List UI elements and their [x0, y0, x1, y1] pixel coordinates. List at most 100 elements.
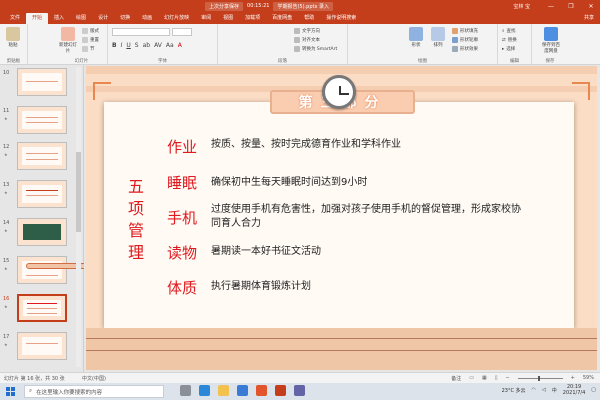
bold-button[interactable]: B	[112, 42, 117, 49]
taskbar-clock[interactable]: 20:19 2021/7/4	[563, 384, 585, 396]
font-family-select[interactable]	[112, 28, 170, 36]
replace-button[interactable]: ⇄ 替换	[502, 37, 517, 44]
thumbnail-scrollbar[interactable]	[76, 67, 81, 367]
slide-thumbnail-10[interactable]	[17, 68, 67, 96]
slide-thumbnail-17[interactable]	[17, 332, 67, 360]
item-text-sleep[interactable]: 确保初中生每天睡眠时间达到9小时	[211, 176, 541, 190]
language-indicator[interactable]: 中文(中国)	[82, 375, 106, 382]
font-color-button[interactable]: A	[178, 42, 182, 49]
tab-animations[interactable]: 动画	[136, 13, 158, 24]
zoom-slider[interactable]	[517, 375, 563, 381]
slide-thumbnail-14[interactable]	[17, 218, 67, 246]
weather-widget[interactable]: 23°C 多云	[502, 387, 526, 394]
paste-button[interactable]: 粘贴	[3, 27, 23, 48]
file-explorer-icon[interactable]	[218, 385, 229, 396]
zoom-out-button[interactable]: −	[505, 375, 509, 381]
tab-design[interactable]: 设计	[92, 13, 114, 24]
normal-view-icon[interactable]: ▭	[469, 375, 474, 381]
tab-home[interactable]: 开始	[26, 13, 49, 24]
keyword-phone[interactable]: 手机	[167, 207, 197, 228]
powerpoint-icon[interactable]	[275, 385, 286, 396]
keyword-homework[interactable]: 作业	[167, 136, 197, 157]
zoom-slider-knob[interactable]	[537, 375, 540, 381]
keyword-fitness[interactable]: 体质	[167, 277, 197, 298]
clock-minute-hand	[339, 93, 349, 95]
save-status[interactable]: 上次分享保存	[205, 1, 244, 11]
new-slide-button[interactable]: 新建幻灯片	[58, 27, 78, 54]
thumb-number: 10	[3, 70, 10, 76]
scrollbar-thumb[interactable]	[76, 152, 81, 232]
shapes-button[interactable]: 形状	[406, 27, 426, 48]
slide-stripe	[86, 66, 597, 74]
slide-thumbnail-15[interactable]	[17, 256, 171, 284]
arrange-button[interactable]: 排列	[428, 27, 448, 48]
zoom-in-button[interactable]: +	[571, 375, 575, 381]
restore-button[interactable]: ❐	[566, 3, 576, 10]
section-button[interactable]: 节	[82, 46, 95, 52]
notification-icon[interactable]: ▢	[591, 387, 596, 393]
network-icon[interactable]: ◠	[532, 387, 536, 393]
taskbar-search[interactable]: ⌕ 在这里输入你要搜索的内容	[24, 385, 164, 398]
font-size-select[interactable]	[172, 28, 192, 36]
zoom-level[interactable]: 59%	[583, 375, 594, 381]
notes-button[interactable]: 备注	[451, 375, 461, 382]
clear-format-button[interactable]: ab	[143, 42, 151, 49]
transition-star-icon: ★	[4, 116, 8, 121]
windows-start-icon[interactable]	[6, 387, 15, 396]
convert-smartart-button[interactable]: 转换为 SmartArt	[294, 46, 337, 52]
select-button[interactable]: ▸ 选择	[502, 46, 515, 53]
tab-help[interactable]: 帮助	[298, 13, 320, 24]
task-view-icon[interactable]	[180, 385, 191, 396]
share-button[interactable]: 共享	[584, 14, 594, 21]
align-text-button[interactable]: 对齐文本	[294, 37, 320, 43]
tab-review[interactable]: 审阅	[195, 13, 217, 24]
tab-view[interactable]: 视图	[217, 13, 239, 24]
item-text-phone[interactable]: 过度使用手机有危害性，加强对孩子使用手机的督促管理，形成家校协同育人合力	[211, 203, 521, 231]
item-text-homework[interactable]: 按质、按量、按时完成德育作业和学科作业	[211, 138, 541, 152]
keyword-reading[interactable]: 读物	[167, 242, 197, 263]
ime-indicator[interactable]: 中	[552, 387, 557, 394]
slide-thumbnail-11[interactable]	[17, 106, 67, 134]
new-slide-label: 新建幻灯片	[59, 43, 77, 54]
reset-button[interactable]: 重置	[82, 37, 99, 43]
shape-effects-button[interactable]: 形状效果	[452, 46, 478, 52]
store-icon[interactable]	[237, 385, 248, 396]
account-name[interactable]: 宝林 宝	[513, 3, 530, 10]
edge-icon[interactable]	[199, 385, 210, 396]
tab-addins[interactable]: 加载项	[239, 13, 266, 24]
tab-transitions[interactable]: 切换	[114, 13, 136, 24]
browser-icon[interactable]	[256, 385, 267, 396]
tab-file[interactable]: 文件	[4, 13, 26, 24]
strikethrough-button[interactable]: S	[135, 42, 139, 49]
slide-thumbnail-16-selected[interactable]	[17, 294, 67, 322]
app-icon[interactable]	[294, 385, 305, 396]
keyword-sleep[interactable]: 睡眠	[167, 172, 197, 193]
slide-thumbnail-13[interactable]	[17, 180, 67, 208]
change-case-button[interactable]: Aa	[166, 42, 174, 49]
layout-button[interactable]: 版式	[82, 28, 99, 34]
italic-button[interactable]: I	[121, 42, 123, 49]
section-label: 节	[90, 47, 95, 52]
tell-me-search[interactable]: 操作说明搜索	[320, 13, 362, 24]
sorter-view-icon[interactable]: ▦	[482, 375, 487, 381]
document-hint[interactable]: 学期报告(5).pptx 录入	[273, 1, 334, 11]
tab-insert[interactable]: 插入	[48, 13, 70, 24]
reading-view-icon[interactable]: ▯	[495, 375, 498, 381]
tab-draw[interactable]: 绘图	[70, 13, 92, 24]
save-to-cloud-button[interactable]: 保存到百度网盘	[540, 27, 562, 54]
find-button[interactable]: ⌕ 查找	[502, 28, 516, 34]
close-button[interactable]: ✕	[586, 3, 596, 10]
shape-outline-button[interactable]: 形状轮廓	[452, 37, 478, 43]
item-text-reading[interactable]: 暑期读一本好书征文活动	[211, 245, 541, 259]
side-title[interactable]: 五 项 管 理	[127, 176, 145, 264]
minimize-button[interactable]: —	[546, 3, 556, 10]
text-direction-button[interactable]: 文字方向	[294, 28, 320, 34]
char-spacing-button[interactable]: AV	[154, 42, 162, 49]
item-text-fitness[interactable]: 执行暑期体育锻炼计划	[211, 280, 541, 294]
tab-baidu[interactable]: 百度网盘	[266, 13, 298, 24]
shape-fill-button[interactable]: 形状填充	[452, 28, 478, 34]
volume-icon[interactable]: ◁	[542, 387, 546, 393]
underline-button[interactable]: U	[126, 42, 130, 49]
tab-slideshow[interactable]: 幻灯片放映	[158, 13, 195, 24]
slide-thumbnail-12[interactable]	[17, 142, 67, 170]
